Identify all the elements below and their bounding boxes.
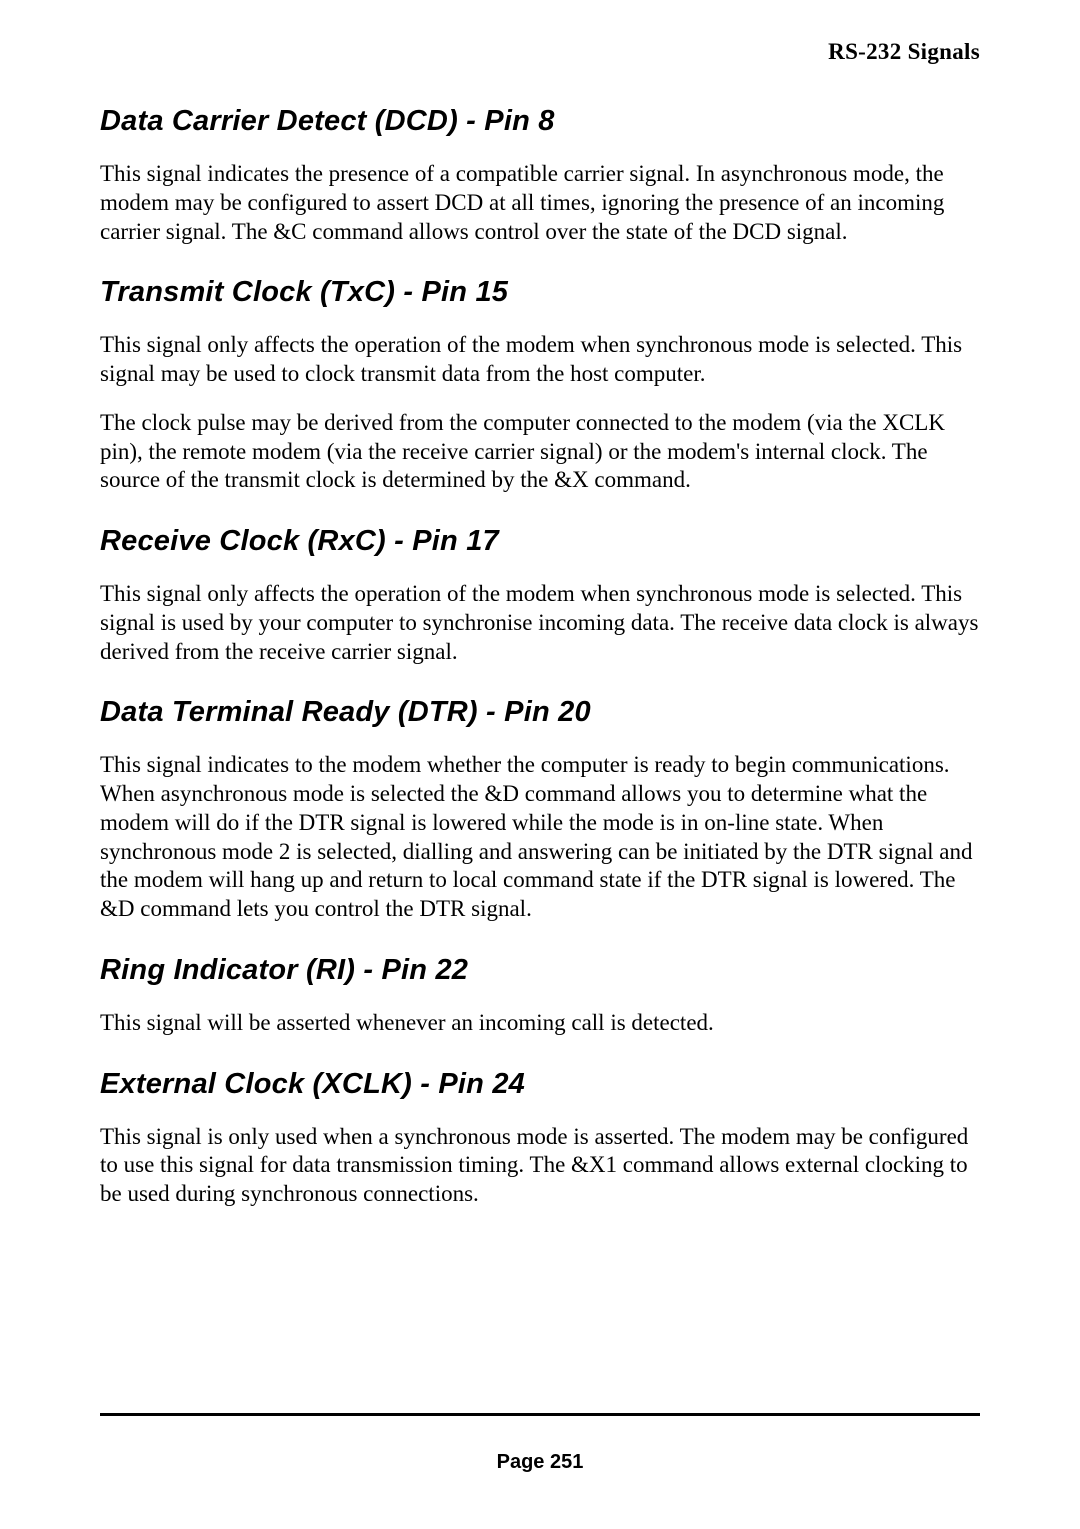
section-heading-rxc: Receive Clock (RxC) - Pin 17 bbox=[100, 525, 980, 558]
page-header: RS-232 Signals bbox=[100, 39, 980, 65]
section-heading-dcd: Data Carrier Detect (DCD) - Pin 8 bbox=[100, 105, 980, 138]
section-heading-dtr: Data Terminal Ready (DTR) - Pin 20 bbox=[100, 696, 980, 729]
paragraph: The clock pulse may be derived from the … bbox=[100, 409, 980, 495]
paragraph: This signal only affects the operation o… bbox=[100, 580, 980, 666]
footer-divider bbox=[100, 1413, 980, 1416]
section-heading-txc: Transmit Clock (TxC) - Pin 15 bbox=[100, 276, 980, 309]
paragraph: This signal is only used when a synchron… bbox=[100, 1123, 980, 1209]
section-heading-xclk: External Clock (XCLK) - Pin 24 bbox=[100, 1068, 980, 1101]
paragraph: This signal indicates to the modem wheth… bbox=[100, 751, 980, 924]
section-heading-ri: Ring Indicator (RI) - Pin 22 bbox=[100, 954, 980, 987]
paragraph: This signal will be asserted whenever an… bbox=[100, 1009, 980, 1038]
document-page: RS-232 Signals Data Carrier Detect (DCD)… bbox=[0, 0, 1080, 1529]
paragraph: This signal indicates the presence of a … bbox=[100, 160, 980, 246]
page-footer: Page 251 bbox=[0, 1451, 1080, 1474]
paragraph: This signal only affects the operation o… bbox=[100, 331, 980, 389]
